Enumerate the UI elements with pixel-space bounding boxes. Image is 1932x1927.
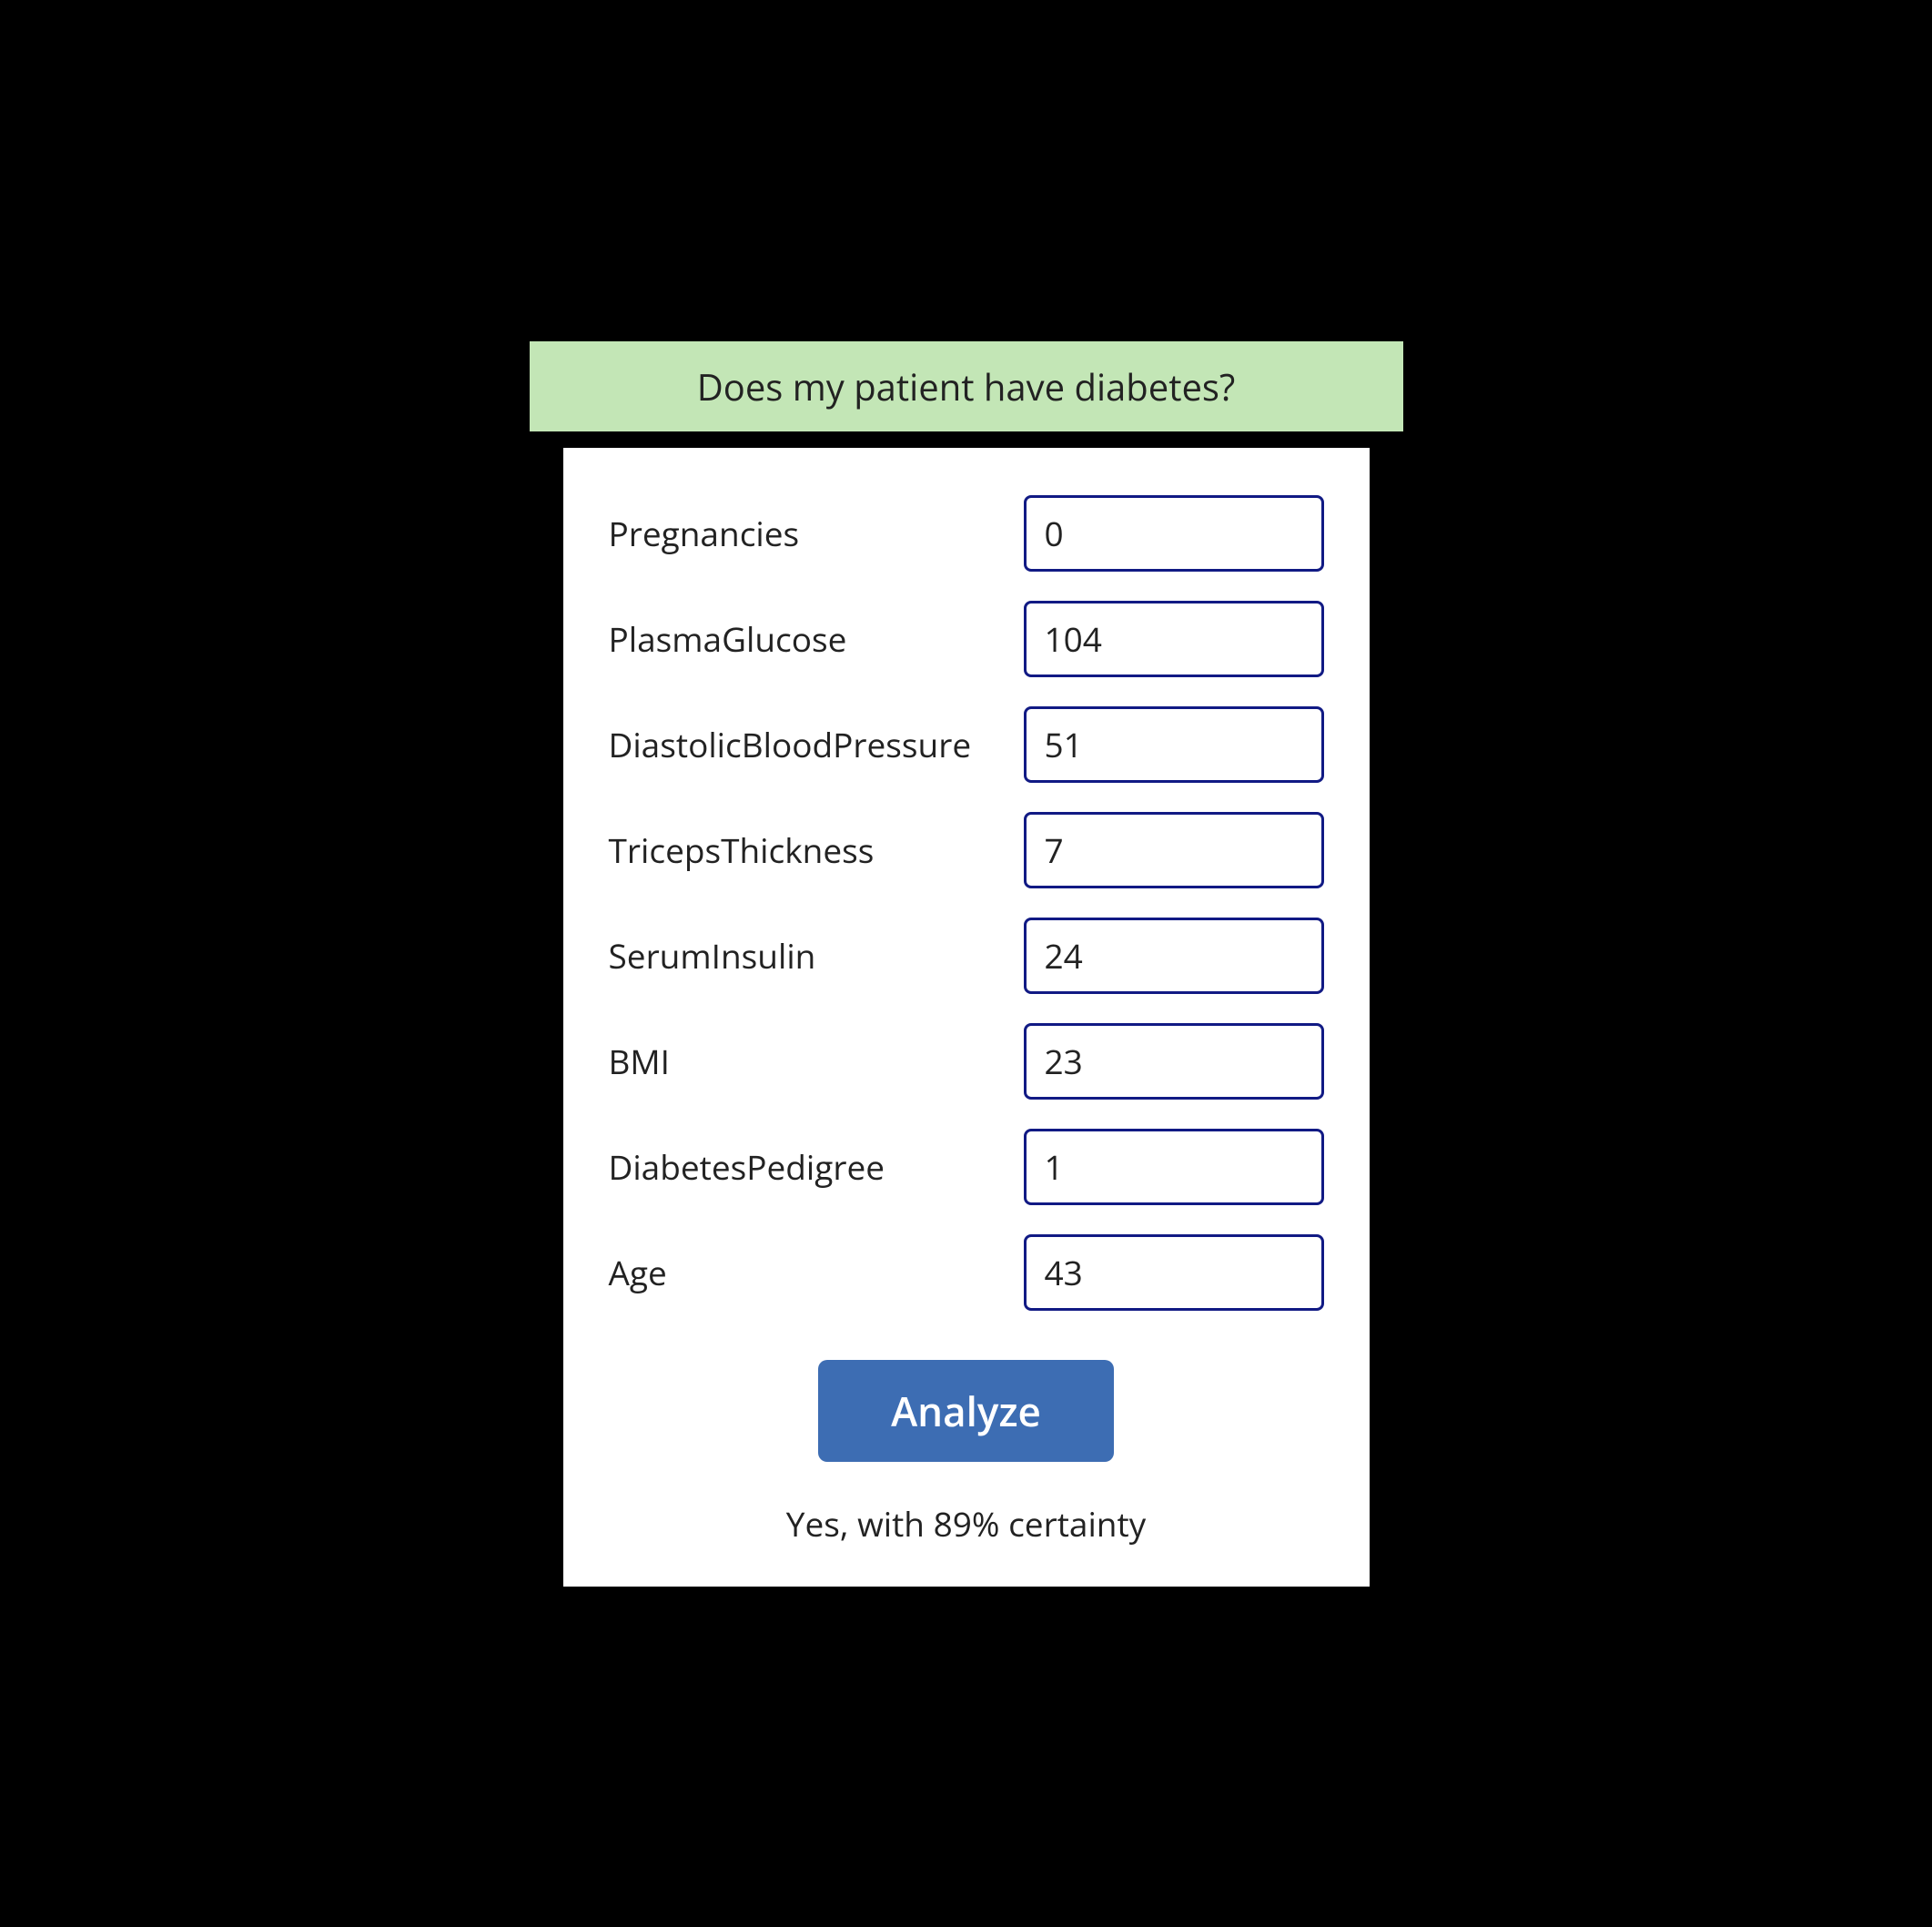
field-row-age: Age xyxy=(609,1234,1324,1311)
field-row-tricepsthickness: TricepsThickness xyxy=(609,812,1324,888)
field-row-bmi: BMI xyxy=(609,1023,1324,1100)
field-label: Pregnancies xyxy=(609,510,800,556)
field-label: DiabetesPedigree xyxy=(609,1143,885,1190)
field-label: TricepsThickness xyxy=(609,827,875,873)
seruminsulin-input[interactable] xyxy=(1024,918,1324,994)
analyze-button[interactable]: Analyze xyxy=(818,1360,1114,1462)
pregnancies-input[interactable] xyxy=(1024,495,1324,572)
field-label: PlasmaGlucose xyxy=(609,615,847,662)
bmi-input[interactable] xyxy=(1024,1023,1324,1100)
field-row-pregnancies: Pregnancies xyxy=(609,495,1324,572)
field-row-diabetespedigree: DiabetesPedigree xyxy=(609,1129,1324,1205)
form-panel: Pregnancies PlasmaGlucose DiastolicBlood… xyxy=(563,448,1370,1587)
field-label: Age xyxy=(609,1249,667,1295)
field-label: BMI xyxy=(609,1038,671,1084)
field-label: SerumInsulin xyxy=(609,932,816,979)
field-row-diastolicbloodpressure: DiastolicBloodPressure xyxy=(609,706,1324,783)
field-label: DiastolicBloodPressure xyxy=(609,721,972,767)
plasmaglucose-input[interactable] xyxy=(1024,601,1324,677)
diastolicbloodpressure-input[interactable] xyxy=(1024,706,1324,783)
diabetespedigree-input[interactable] xyxy=(1024,1129,1324,1205)
age-input[interactable] xyxy=(1024,1234,1324,1311)
tricepsthickness-input[interactable] xyxy=(1024,812,1324,888)
button-row: Analyze xyxy=(609,1360,1324,1462)
result-text: Yes, with 89% certainty xyxy=(609,1500,1324,1547)
field-row-plasmaglucose: PlasmaGlucose xyxy=(609,601,1324,677)
page-title: Does my patient have diabetes? xyxy=(530,341,1403,431)
field-row-seruminsulin: SerumInsulin xyxy=(609,918,1324,994)
app-container: Does my patient have diabetes? Pregnanci… xyxy=(530,341,1403,1587)
